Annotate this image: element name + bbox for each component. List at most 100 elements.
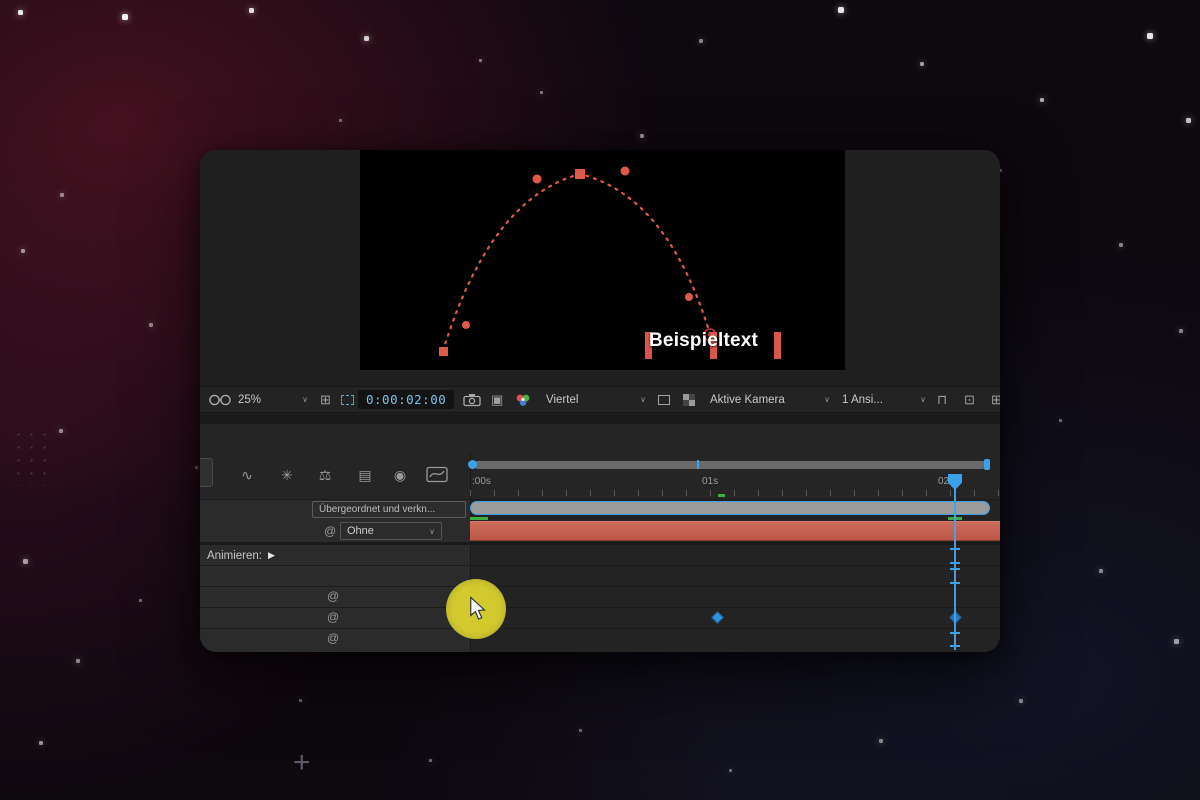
pick-whip-icon[interactable]: @ bbox=[324, 524, 336, 538]
scales-icon[interactable]: ⚖ bbox=[315, 465, 335, 485]
time-navigator-bar[interactable] bbox=[474, 461, 986, 469]
row-separator bbox=[200, 499, 1000, 500]
star bbox=[729, 769, 732, 772]
layer-duration-bar[interactable] bbox=[470, 521, 1000, 541]
path-handle-dot bbox=[532, 174, 542, 184]
star bbox=[122, 14, 128, 20]
star bbox=[1147, 33, 1153, 39]
playhead-serif bbox=[950, 568, 960, 570]
time-navigator-start-handle[interactable] bbox=[468, 460, 477, 469]
star bbox=[429, 759, 432, 762]
star bbox=[479, 59, 482, 62]
current-time-display[interactable]: 0:00:02:00 bbox=[358, 387, 455, 412]
region-of-interest-icon[interactable] bbox=[341, 387, 354, 412]
viewer-panel: Beispieltext bbox=[200, 150, 1000, 386]
parent-link-value: Ohne bbox=[347, 525, 374, 537]
path-handle-dot bbox=[685, 293, 693, 301]
star bbox=[920, 62, 924, 66]
playhead-serif bbox=[950, 562, 960, 564]
view-layout-value: 1 Ansi... bbox=[842, 393, 883, 406]
star bbox=[1179, 329, 1183, 333]
playhead-serif bbox=[950, 645, 960, 647]
star bbox=[640, 134, 644, 138]
star bbox=[139, 599, 142, 602]
columns-icon[interactable]: ⊞ bbox=[991, 387, 1000, 412]
parent-link-column-header: Übergeordnet und verkn... bbox=[312, 501, 466, 518]
motion-path[interactable] bbox=[360, 150, 845, 370]
pick-whip-icon[interactable]: @ bbox=[327, 589, 339, 603]
star bbox=[195, 466, 198, 469]
star bbox=[1099, 569, 1103, 573]
star bbox=[21, 249, 25, 253]
composition-viewer[interactable]: Beispieltext bbox=[360, 150, 845, 370]
star bbox=[1119, 243, 1123, 247]
show-snapshot-icon[interactable]: ▣ bbox=[491, 387, 503, 412]
mouse-cursor bbox=[469, 596, 487, 627]
star bbox=[149, 323, 153, 327]
time-ruler[interactable]: :00s 01s 02s bbox=[470, 470, 1000, 498]
ruler-ticks bbox=[470, 490, 1000, 496]
plus-marker: + bbox=[293, 746, 311, 779]
frame-blend-icon[interactable]: ✳ bbox=[277, 465, 297, 485]
desktop-background: + Beispieltext 25% ∨ ⊞ 0:00:02:00 ▣ Vier… bbox=[0, 0, 1200, 800]
snapshot-camera-icon[interactable] bbox=[463, 387, 481, 412]
star bbox=[579, 729, 582, 732]
animate-label: Animieren: bbox=[207, 549, 262, 562]
graph-editor-icon[interactable] bbox=[426, 466, 448, 486]
time-navigator-end-handle[interactable] bbox=[984, 459, 990, 470]
row-separator bbox=[200, 565, 1000, 566]
horizontal-scrollbar[interactable] bbox=[470, 501, 990, 515]
star bbox=[364, 36, 369, 41]
text-selection-handle[interactable] bbox=[774, 332, 781, 359]
star bbox=[1019, 699, 1023, 703]
navigator-marker bbox=[697, 460, 699, 469]
row-separator bbox=[200, 607, 1000, 608]
star bbox=[76, 659, 80, 663]
star bbox=[1174, 639, 1179, 644]
motion-blur-icon[interactable]: ◉ bbox=[390, 465, 410, 485]
parent-link-dropdown[interactable]: Ohne ∨ bbox=[340, 522, 442, 540]
star bbox=[299, 699, 302, 702]
pick-whip-icon[interactable]: @ bbox=[327, 610, 339, 624]
playhead-serif bbox=[950, 548, 960, 550]
chevron-down-icon: ∨ bbox=[920, 395, 926, 404]
grid-guides-icon[interactable]: ⊞ bbox=[320, 387, 331, 412]
star bbox=[23, 559, 28, 564]
stereo-glasses-icon[interactable] bbox=[208, 387, 232, 412]
star bbox=[1186, 118, 1191, 123]
row-separator bbox=[200, 628, 1000, 629]
text-layer[interactable]: Beispieltext bbox=[649, 330, 758, 352]
channel-colors-icon[interactable] bbox=[514, 387, 532, 412]
resolution-dropdown[interactable]: Viertel ∨ bbox=[546, 387, 646, 412]
star bbox=[39, 741, 43, 745]
target-region-icon[interactable] bbox=[658, 387, 670, 412]
star bbox=[879, 739, 883, 743]
path-handle-dot bbox=[620, 166, 630, 176]
camera-view-dropdown[interactable]: Aktive Kamera ∨ bbox=[710, 387, 830, 412]
path-peak-keyframe bbox=[575, 169, 585, 179]
work-area-mark bbox=[470, 517, 488, 520]
star bbox=[699, 39, 703, 43]
camera-view-value: Aktive Kamera bbox=[710, 393, 785, 406]
star bbox=[60, 193, 64, 197]
star bbox=[339, 119, 342, 122]
star bbox=[1059, 419, 1062, 422]
view-layout-dropdown[interactable]: 1 Ansi... ∨ bbox=[842, 387, 926, 412]
pick-whip-icon[interactable]: @ bbox=[327, 631, 339, 645]
search-box-fragment bbox=[200, 458, 213, 487]
safe-margins-icon[interactable]: ⊓ bbox=[937, 387, 947, 412]
flowchart-icon[interactable]: ∿ bbox=[237, 465, 257, 485]
zoom-dropdown[interactable]: 25% ∨ bbox=[238, 387, 308, 412]
chevron-down-icon: ∨ bbox=[640, 395, 646, 404]
transparency-grid-icon[interactable] bbox=[682, 387, 696, 412]
comp-marker bbox=[718, 494, 725, 497]
path-start-keyframe bbox=[439, 347, 448, 356]
playhead-serif bbox=[950, 632, 960, 634]
star bbox=[59, 429, 63, 433]
export-frame-icon[interactable]: ⊡ bbox=[964, 387, 975, 412]
film-icon[interactable]: ▤ bbox=[355, 465, 375, 485]
ruler-label-0s: :00s bbox=[472, 476, 491, 487]
timecode-value: 0:00:02:00 bbox=[358, 390, 455, 409]
animate-add-button[interactable]: ▶ bbox=[268, 550, 275, 561]
zoom-value: 25% bbox=[238, 393, 262, 406]
